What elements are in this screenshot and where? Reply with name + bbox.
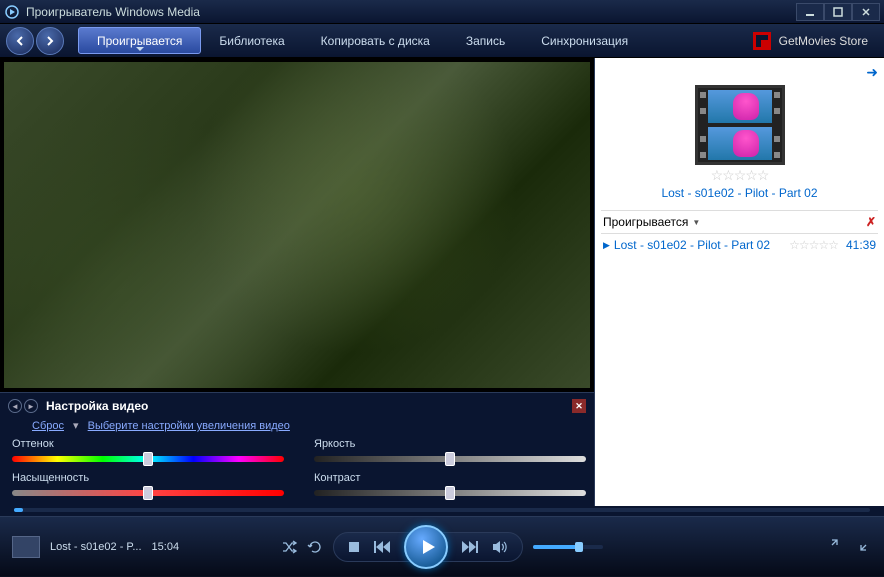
- hue-slider[interactable]: Оттенок: [12, 438, 284, 464]
- window-title: Проигрыватель Windows Media: [26, 5, 200, 19]
- media-title[interactable]: Lost - s01e02 - Pilot - Part 02: [661, 186, 817, 200]
- store-link[interactable]: GetMovies Store: [753, 32, 878, 50]
- tab-burn[interactable]: Запись: [448, 24, 523, 57]
- now-playing-indicator-icon: ▶: [603, 240, 610, 251]
- link-separator: ▾: [73, 420, 79, 432]
- album-art[interactable]: [695, 85, 785, 165]
- close-button[interactable]: [852, 3, 880, 21]
- minimize-button[interactable]: [796, 3, 824, 21]
- playback-controls: Lost - s01e02 - P... 15:04: [0, 516, 884, 576]
- store-icon: [753, 32, 771, 50]
- repeat-button[interactable]: [307, 539, 323, 555]
- now-playing-time: 15:04: [152, 541, 180, 553]
- video-settings-title: Настройка видео: [46, 399, 148, 413]
- reset-link[interactable]: Сброс: [32, 420, 64, 432]
- shuffle-button[interactable]: [281, 539, 297, 555]
- titlebar: Проигрыватель Windows Media: [0, 0, 884, 24]
- now-playing-thumbnail[interactable]: [12, 536, 40, 558]
- tab-sync[interactable]: Синхронизация: [523, 24, 646, 57]
- playlist-expand-icon[interactable]: ➜: [866, 64, 878, 81]
- mute-button[interactable]: [492, 540, 508, 554]
- next-button[interactable]: [462, 541, 478, 553]
- playlist-item-title: Lost - s01e02 - Pilot - Part 02: [614, 238, 770, 252]
- settings-next-button[interactable]: ►: [24, 399, 38, 413]
- playlist-header[interactable]: Проигрывается▼ ✗: [601, 210, 878, 234]
- back-button[interactable]: [6, 27, 34, 55]
- forward-button[interactable]: [36, 27, 64, 55]
- tab-rip[interactable]: Копировать с диска: [303, 24, 448, 57]
- chevron-down-icon: ▼: [692, 218, 700, 227]
- rating-stars[interactable]: ☆☆☆☆☆: [711, 167, 769, 184]
- seek-bar[interactable]: [0, 506, 884, 516]
- item-rating-stars[interactable]: ☆☆☆☆☆: [789, 238, 838, 252]
- fullscreen-button[interactable]: [860, 538, 872, 556]
- settings-close-button[interactable]: ✕: [572, 399, 586, 413]
- playlist-item[interactable]: ▶ Lost - s01e02 - Pilot - Part 02 ☆☆☆☆☆ …: [601, 234, 878, 256]
- maximize-button[interactable]: [824, 3, 852, 21]
- brightness-slider[interactable]: Яркость: [314, 438, 586, 464]
- video-viewport[interactable]: [4, 62, 590, 388]
- playlist-panel: ➜ ☆☆☆☆☆ Lost - s01e02 - Pilot - Part 02 …: [595, 58, 884, 506]
- stop-button[interactable]: [348, 541, 360, 553]
- volume-slider[interactable]: [533, 545, 603, 549]
- playlist-item-duration: 41:39: [846, 238, 876, 252]
- play-button[interactable]: [404, 525, 448, 569]
- contrast-slider[interactable]: Контраст: [314, 472, 586, 498]
- zoom-settings-link[interactable]: Выберите настройки увеличения видео: [88, 420, 290, 432]
- tab-now-playing[interactable]: Проигрывается: [78, 27, 201, 54]
- now-playing-title: Lost - s01e02 - P...: [50, 541, 142, 553]
- app-icon: [4, 4, 20, 20]
- toolbar: Проигрывается Библиотека Копировать с ди…: [0, 24, 884, 58]
- clear-playlist-button[interactable]: ✗: [866, 215, 876, 229]
- settings-prev-button[interactable]: ◄: [8, 399, 22, 413]
- saturation-slider[interactable]: Насыщенность: [12, 472, 284, 498]
- previous-button[interactable]: [374, 541, 390, 553]
- compact-mode-button[interactable]: [826, 538, 838, 556]
- video-settings-panel: ◄ ► Настройка видео ✕ Сброс ▾ Выберите н…: [0, 392, 594, 506]
- tab-library[interactable]: Библиотека: [201, 24, 302, 57]
